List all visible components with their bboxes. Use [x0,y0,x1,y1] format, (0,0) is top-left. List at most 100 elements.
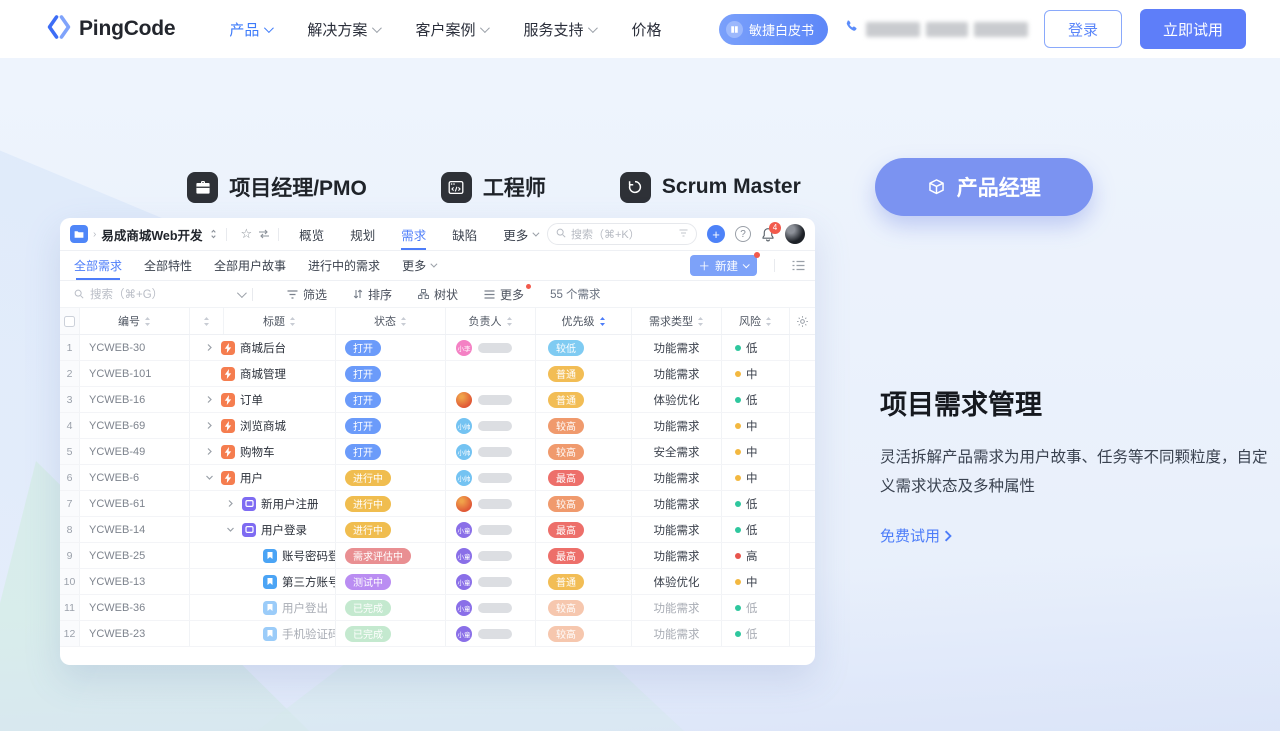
expand-arrow-icon[interactable] [224,499,237,508]
item-title-cell[interactable]: 购物车 [190,439,336,464]
table-search-input[interactable]: 搜索（⌘+G） [74,286,244,302]
nav-item-0[interactable]: 产品 [229,19,271,40]
priority-badge[interactable]: 较高 [548,600,584,616]
star-icon[interactable]: ☆ [241,226,253,242]
expand-arrow-icon[interactable] [203,395,216,404]
switch-project-icon[interactable] [209,229,218,239]
project-name[interactable]: 易成商城Web开发 [101,225,202,244]
priority-badge[interactable]: 较高 [548,626,584,642]
assignee-cell[interactable] [446,387,536,412]
priority-badge[interactable]: 较高 [548,444,584,460]
reorder-column-header[interactable] [190,308,224,334]
free-trial-button[interactable]: 立即试用 [1140,9,1246,49]
table-row[interactable]: 12 YCWEB-23 手机验证码登录 已完成 小童 较高 功能需求 低 [60,621,815,647]
priority-badge[interactable]: 较高 [548,418,584,434]
assignee-avatar[interactable]: 小童 [456,574,472,590]
item-title-cell[interactable]: 第三方账号登录 [190,569,336,594]
priority-badge[interactable]: 较高 [548,496,584,512]
assignee-cell[interactable]: 小童 [446,595,536,620]
table-row[interactable]: 6 YCWEB-6 用户 进行中 小帅 最高 功能需求 中 [60,465,815,491]
column-settings-gear-icon[interactable] [790,308,815,334]
tree-view-button[interactable]: 树状 [418,286,458,303]
table-row[interactable]: 4 YCWEB-69 浏览商城 打开 小帅 较高 功能需求 中 [60,413,815,439]
persona-tab-2[interactable]: Scrum Master [620,158,801,216]
app-tab-1[interactable]: 规划 [350,218,375,250]
assignee-cell[interactable] [446,361,536,386]
item-title-cell[interactable]: 账号密码登录 [190,543,336,568]
column-header[interactable]: 负责人 [469,313,502,329]
priority-badge[interactable]: 最高 [548,522,584,538]
app-tab-2[interactable]: 需求 [401,218,426,250]
assignee-cell[interactable]: 小帅 [446,439,536,464]
status-badge[interactable]: 测试中 [345,574,391,590]
project-folder-icon[interactable] [70,225,88,243]
assignee-cell[interactable] [446,491,536,516]
expand-arrow-icon[interactable] [203,421,216,430]
expand-arrow-icon[interactable] [203,447,216,456]
status-badge[interactable]: 打开 [345,340,381,356]
expand-arrow-icon[interactable] [203,343,216,352]
app-tab-0[interactable]: 概览 [299,218,324,250]
table-row[interactable]: 2 YCWEB-101 商城管理 打开 普通 功能需求 中 [60,361,815,387]
column-header[interactable]: 标题 [263,313,285,329]
free-trial-link[interactable]: 免费试用 [880,525,953,546]
priority-badge[interactable]: 普通 [548,574,584,590]
item-title-cell[interactable]: 用户 [190,465,336,490]
assignee-avatar[interactable]: 小童 [456,600,472,616]
status-badge[interactable]: 已完成 [345,600,391,616]
assignee-cell[interactable]: 小帅 [446,465,536,490]
priority-badge[interactable]: 最高 [548,548,584,564]
status-badge[interactable]: 打开 [345,366,381,382]
priority-badge[interactable]: 普通 [548,366,584,382]
assignee-cell[interactable]: 小童 [446,621,536,646]
priority-badge[interactable]: 最高 [548,470,584,486]
pingcode-logo[interactable]: PingCode [46,14,175,45]
status-badge[interactable]: 进行中 [345,522,391,538]
list-view-icon[interactable] [792,260,805,271]
assignee-cell[interactable]: 小帅 [446,413,536,438]
assignee-avatar[interactable]: 小童 [456,522,472,538]
item-title-cell[interactable]: 用户登录 [190,517,336,542]
item-title-cell[interactable]: 手机验证码登录 [190,621,336,646]
table-row[interactable]: 7 YCWEB-61 新用户注册 进行中 较高 功能需求 低 [60,491,815,517]
assignee-avatar[interactable] [456,392,472,408]
priority-badge[interactable]: 较低 [548,340,584,356]
table-row[interactable]: 11 YCWEB-36 用户登出 已完成 小童 较高 功能需求 低 [60,595,815,621]
select-all-checkbox[interactable] [64,316,75,327]
status-badge[interactable]: 打开 [345,392,381,408]
collapse-arrow-icon[interactable] [203,473,216,482]
compare-icon[interactable] [258,229,270,239]
column-header[interactable]: 风险 [739,313,761,329]
nav-item-3[interactable]: 服务支持 [523,19,595,40]
status-badge[interactable]: 进行中 [345,496,391,512]
column-header[interactable]: 状态 [374,313,396,329]
persona-tab-1[interactable]: 工程师 [441,158,546,216]
global-search-input[interactable]: 搜索（⌘+K） [547,223,697,245]
view-tab-3[interactable]: 进行中的需求 [308,251,380,280]
item-title-cell[interactable]: 新用户注册 [190,491,336,516]
help-icon[interactable]: ? [735,226,751,242]
collapse-arrow-icon[interactable] [224,525,237,534]
assignee-cell[interactable]: 小童 [446,517,536,542]
assignee-avatar[interactable] [456,496,472,512]
view-tab-0[interactable]: 全部需求 [74,251,122,280]
view-tab-2[interactable]: 全部用户故事 [214,251,286,280]
more-button[interactable]: 更多 [484,286,524,303]
assignee-avatar[interactable]: 小帅 [456,470,472,486]
create-icon[interactable]: + [707,225,725,243]
view-tab-1[interactable]: 全部特性 [144,251,192,280]
status-badge[interactable]: 打开 [345,444,381,460]
user-avatar[interactable] [785,224,805,244]
status-badge[interactable]: 进行中 [345,470,391,486]
status-badge[interactable]: 打开 [345,418,381,434]
assignee-avatar[interactable]: 小童 [456,548,472,564]
assignee-cell[interactable]: 小童 [446,543,536,568]
column-header[interactable]: 优先级 [562,313,595,329]
table-row[interactable]: 3 YCWEB-16 订单 打开 普通 体验优化 低 [60,387,815,413]
column-header[interactable]: 需求类型 [649,313,693,329]
nav-item-1[interactable]: 解决方案 [307,19,379,40]
status-badge[interactable]: 需求评估中 [345,548,411,564]
table-row[interactable]: 9 YCWEB-25 账号密码登录 需求评估中 小童 最高 功能需求 高 [60,543,815,569]
assignee-avatar[interactable]: 小童 [456,626,472,642]
sort-button[interactable]: 排序 [353,286,392,303]
